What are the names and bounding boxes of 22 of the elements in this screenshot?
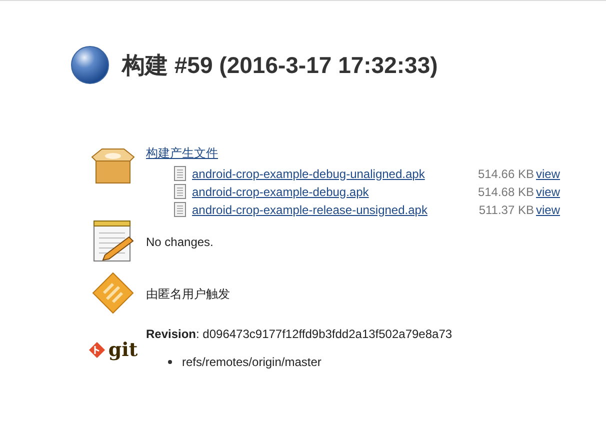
branch-name: refs/remotes/origin/master xyxy=(182,355,322,369)
bullet-icon xyxy=(168,360,172,364)
status-ball-icon xyxy=(70,45,110,85)
file-icon xyxy=(174,202,186,217)
trigger-cause-text: 由匿名用户触发 xyxy=(146,286,231,302)
file-icon xyxy=(174,184,186,199)
view-link[interactable]: view xyxy=(536,202,606,216)
file-link[interactable]: android-crop-example-debug.apk xyxy=(192,184,462,198)
file-icon xyxy=(174,166,186,181)
git-logo: git xyxy=(88,339,138,361)
view-link[interactable]: view xyxy=(536,184,606,198)
file-size: 514.66 KB xyxy=(476,166,535,180)
file-link[interactable]: android-crop-example-debug-unaligned.apk xyxy=(192,166,462,180)
file-size: 514.68 KB xyxy=(476,184,535,198)
artifacts-link[interactable]: 构建产生文件 xyxy=(146,146,218,160)
build-title: 构建 #59 (2016-3-17 17:32:33) xyxy=(122,50,438,80)
changes-text: No changes. xyxy=(146,234,214,251)
view-link[interactable]: view xyxy=(536,166,606,180)
revision-text: Revision: d096473c9177f12ffd9b3fdd2a13f502a79e8a73 xyxy=(146,327,454,341)
file-size: 511.37 KB xyxy=(478,202,535,216)
notepad-pencil-icon xyxy=(91,219,135,263)
file-link[interactable]: android-crop-example-release-unsigned.apk xyxy=(192,202,462,216)
